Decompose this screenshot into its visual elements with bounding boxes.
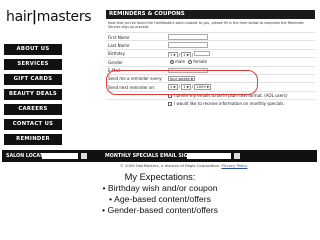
nav-beauty-deals[interactable]: BEAUTY DEALS: [4, 89, 62, 100]
last-name-label: Last Name: [108, 42, 130, 48]
email-label: E-Mail: [108, 68, 121, 74]
salon-locator-go-button[interactable]: [81, 152, 87, 159]
sidebar-nav: ABOUT US SERVICES GIFT CARDS BEAUTY DEAL…: [2, 44, 65, 153]
plain-text-label: I prefer my emails to be in plain text f…: [174, 92, 288, 98]
promotions-label: I would like to receive information on m…: [174, 101, 285, 107]
plain-text-row: I prefer my emails to be in plain text f…: [106, 90, 315, 99]
logo-left-text: hair: [6, 9, 32, 25]
gender-male-label: male: [175, 59, 185, 65]
next-month-select[interactable]: 1▼: [168, 84, 178, 90]
promotions-row: I would like to receive information on m…: [106, 99, 315, 107]
first-name-row: First Name: [106, 32, 315, 40]
logo-right-text: masters: [36, 9, 92, 25]
chevron-down-icon: ▼: [186, 85, 189, 90]
next-reminder-row: Send next reminder on: 1▼/ 1▼/ 2009▼: [106, 82, 315, 90]
chevron-down-icon: ▼: [173, 85, 176, 90]
nav-contact-us[interactable]: CONTACT US: [4, 119, 62, 130]
gender-label: Gender: [108, 59, 123, 65]
chevron-down-icon: ▼: [190, 76, 193, 81]
first-name-field[interactable]: [168, 34, 208, 40]
gender-row: Gender male female: [106, 57, 315, 65]
remind-every-label: Send me a reminder every:: [108, 76, 163, 82]
remind-every-select[interactable]: four weeks▼: [168, 75, 195, 82]
promotions-checkbox[interactable]: [168, 102, 172, 107]
gender-male-radio[interactable]: [170, 60, 174, 65]
copyright-text: © 2009 HairMasters, a division of Regis …: [120, 163, 221, 168]
email-field[interactable]: [168, 67, 208, 74]
last-name-field[interactable]: [168, 42, 208, 48]
footer-bar: SALON LOCATOR MONTHLY SPECIALS EMAIL SIG…: [2, 150, 317, 162]
nav-gift-cards[interactable]: GIFT CARDS: [4, 74, 62, 85]
reminders-panel: REMINDERS & COUPONS Now that you've foun…: [106, 10, 315, 150]
salon-locator-input[interactable]: [42, 152, 78, 159]
birthday-year-field[interactable]: [194, 50, 211, 57]
birthday-label: Birthday: [108, 51, 125, 57]
screenshot-frame: hair|masters ABOUT US SERVICES GIFT CARD…: [2, 3, 317, 168]
expectations-caption: My Expectations: • Birthday wish and/or …: [86, 172, 234, 230]
privacy-policy-link[interactable]: Privacy Policy: [221, 163, 247, 168]
gender-female-label: female: [193, 59, 207, 65]
next-reminder-label: Send next reminder on:: [108, 84, 156, 90]
nav-about-us[interactable]: ABOUT US: [4, 44, 62, 55]
remind-every-row: Send me a reminder every: four weeks▼: [106, 73, 315, 82]
nav-reminder-service[interactable]: REMINDER SERVICE: [4, 134, 62, 153]
caption-item: • Gender-based content/offers: [102, 205, 218, 215]
nav-services[interactable]: SERVICES: [4, 59, 62, 70]
caption-title: My Expectations:: [124, 172, 196, 182]
hairmasters-logo[interactable]: hair|masters: [6, 9, 92, 25]
caption-item: • Birthday wish and/or coupon: [102, 183, 218, 193]
birthday-row: Birthday 1▼/ 1▼ /: [106, 48, 315, 58]
next-day-select[interactable]: 1▼: [181, 84, 191, 90]
last-name-row: Last Name: [106, 40, 315, 48]
nav-careers[interactable]: CAREERS: [4, 104, 62, 115]
monthly-specials-go-button[interactable]: [234, 152, 240, 159]
panel-intro: Now that you've found the HairMasters sa…: [108, 21, 304, 30]
monthly-specials-input[interactable]: [187, 152, 231, 159]
chevron-down-icon: ▼: [206, 85, 209, 90]
copyright-line: © 2009 HairMasters, a division of Regis …: [120, 163, 247, 168]
email-row: E-Mail: [106, 65, 315, 74]
gender-female-radio[interactable]: [188, 60, 193, 65]
panel-title: REMINDERS & COUPONS: [106, 10, 315, 19]
plain-text-checkbox[interactable]: [168, 93, 172, 98]
caption-item: • Age-based content/offers: [109, 194, 211, 204]
first-name-label: First Name: [108, 34, 130, 40]
next-year-select[interactable]: 2009▼: [194, 84, 211, 90]
